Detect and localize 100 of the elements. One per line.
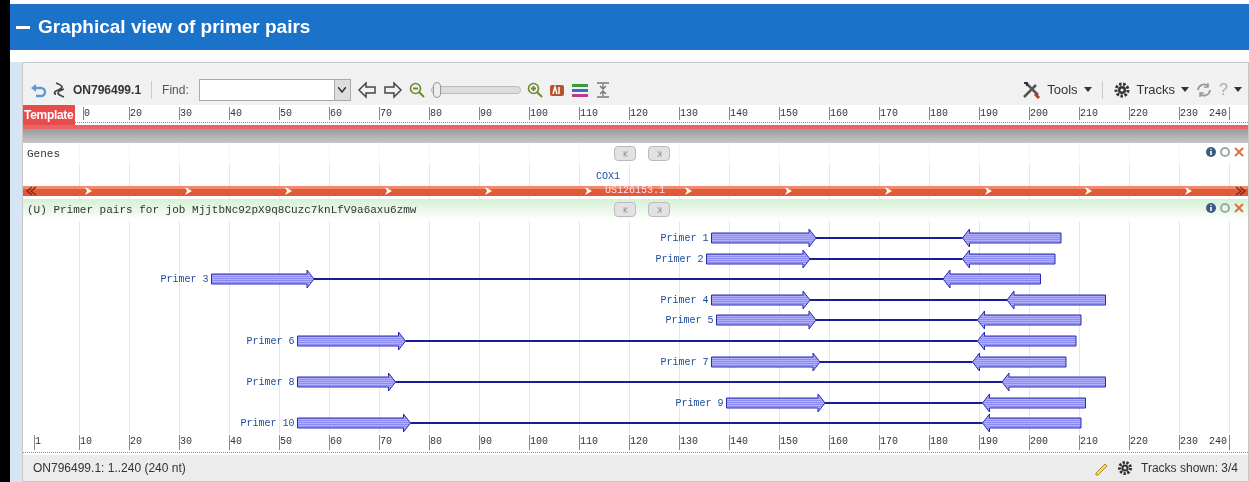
ruler-label: 60 xyxy=(330,435,342,449)
ruler-label: 150 xyxy=(780,107,798,121)
ruler-label: 180 xyxy=(930,107,948,121)
back-arrow-icon[interactable] xyxy=(356,81,377,99)
ruler-label: 50 xyxy=(280,435,292,449)
ruler-label: 210 xyxy=(1080,107,1098,121)
color-tracks-icon[interactable] xyxy=(570,82,589,98)
forward-primer-arrow[interactable] xyxy=(711,228,817,248)
sequence-dropdown[interactable]: ON796499.1 xyxy=(73,81,142,99)
caret-icon[interactable] xyxy=(1181,87,1190,93)
reverse-primer-arrow[interactable] xyxy=(982,413,1082,433)
reverse-primer-arrow[interactable] xyxy=(972,352,1067,372)
primer-label: Primer 8 xyxy=(246,376,295,391)
reverse-primer-arrow[interactable] xyxy=(977,331,1077,351)
sequence-view-icon[interactable] xyxy=(548,82,565,98)
find-field[interactable] xyxy=(198,79,351,101)
gear-icon[interactable] xyxy=(1112,81,1131,99)
tracks-menu[interactable]: Tracks xyxy=(1136,80,1176,100)
forward-primer-arrow[interactable] xyxy=(711,290,811,310)
ruler-label: 140 xyxy=(730,107,748,121)
forward-primer-arrow[interactable] xyxy=(297,331,406,351)
ruler-label: 90 xyxy=(480,435,492,449)
ruler-label: 230 xyxy=(1180,107,1198,121)
zoom-out-icon[interactable] xyxy=(408,82,425,98)
close-icon[interactable] xyxy=(1234,147,1244,157)
primer-label: Primer 9 xyxy=(675,396,724,411)
ruler-label: 170 xyxy=(880,107,898,121)
forward-primer-arrow[interactable] xyxy=(297,413,411,433)
collapse-icon[interactable] xyxy=(16,25,30,29)
sequence-range: ON796499.1: 1..240 (240 nt) xyxy=(33,460,186,477)
info-icon[interactable] xyxy=(1206,203,1216,213)
ruler-label: 190 xyxy=(980,435,998,449)
caret-icon[interactable] xyxy=(338,87,347,93)
forward-primer-arrow[interactable] xyxy=(706,249,811,269)
collapse-rows-icon[interactable] xyxy=(594,81,611,99)
ruler-label: 20 xyxy=(130,107,142,121)
ruler-label: 40 xyxy=(230,435,242,449)
reverse-primer-arrow[interactable] xyxy=(962,249,1056,269)
ruler-label: 30 xyxy=(180,107,192,121)
caret-icon[interactable] xyxy=(1083,87,1092,93)
template-label: Template xyxy=(23,105,75,125)
ruler-label: 80 xyxy=(430,107,442,121)
ruler-label: 220 xyxy=(1130,107,1148,121)
track-title: Genes xyxy=(27,147,60,162)
ruler-label: 10 xyxy=(80,435,92,449)
zoom-in-icon[interactable] xyxy=(526,82,543,98)
ruler-label: 130 xyxy=(680,435,698,449)
reverse-primer-arrow[interactable] xyxy=(982,393,1086,413)
undo-icon[interactable] xyxy=(29,81,47,99)
ruler-label: 70 xyxy=(380,107,392,121)
ruler-label: 140 xyxy=(730,435,748,449)
ruler-label: 160 xyxy=(830,435,848,449)
feature-label: US126153.1 xyxy=(605,185,665,197)
reverse-primer-arrow[interactable] xyxy=(977,310,1082,330)
ruler-label: 130 xyxy=(680,107,698,121)
reverse-primer-arrow[interactable] xyxy=(962,228,1062,248)
reverse-primer-arrow[interactable] xyxy=(1001,372,1106,392)
reverse-primer-arrow[interactable] xyxy=(942,269,1041,289)
ruler-label: 40 xyxy=(230,107,242,121)
ruler-label: 120 xyxy=(630,107,648,121)
forward-arrow-icon[interactable] xyxy=(382,81,403,99)
info-icon[interactable] xyxy=(1206,147,1216,157)
ruler-label: 150 xyxy=(780,435,798,449)
reverse-primer-arrow[interactable] xyxy=(1006,290,1106,310)
ruler-label: 100 xyxy=(530,107,548,121)
strand-icon[interactable] xyxy=(53,81,67,99)
ruler-label: 120 xyxy=(630,435,648,449)
primer-label: Primer 2 xyxy=(655,252,704,267)
ruler-label: 110 xyxy=(580,107,598,121)
ruler-label: 30 xyxy=(180,435,192,449)
forward-primer-arrow[interactable] xyxy=(726,393,826,413)
tools-icon[interactable] xyxy=(1021,80,1042,100)
forward-primer-arrow[interactable] xyxy=(297,372,396,392)
ruler-label: 240 xyxy=(1209,107,1227,121)
ruler-label: 20 xyxy=(130,435,142,449)
caret-icon[interactable] xyxy=(1234,87,1242,93)
ruler-label: 1 xyxy=(35,435,41,449)
ruler-label: 180 xyxy=(930,435,948,449)
ruler-label: 80 xyxy=(430,435,442,449)
ruler-label: 50 xyxy=(280,107,292,121)
forward-primer-arrow[interactable] xyxy=(211,269,315,289)
close-icon[interactable] xyxy=(1234,203,1244,213)
ruler-label: 190 xyxy=(980,107,998,121)
forward-primer-arrow[interactable] xyxy=(716,310,817,330)
ruler-label: 0 xyxy=(84,107,90,121)
ruler-label: 200 xyxy=(1030,435,1048,449)
primer-label: Primer 7 xyxy=(660,355,709,370)
ruler-label: 70 xyxy=(380,435,392,449)
tools-menu[interactable]: Tools xyxy=(1047,80,1078,100)
forward-primer-arrow[interactable] xyxy=(711,352,821,372)
ruler-label: 60 xyxy=(330,107,342,121)
ruler-label: 160 xyxy=(830,107,848,121)
ruler-label: 100 xyxy=(530,435,548,449)
panel-title: Graphical view of primer pairs xyxy=(38,14,311,39)
gear-icon[interactable] xyxy=(1117,460,1134,476)
ruler-label: 110 xyxy=(580,435,598,449)
track-title: (U) Primer pairs for job MjjtbNc92pX9q8Cuzc7knLfV9a6axu6zmw xyxy=(27,203,417,218)
ruler-label: 90 xyxy=(480,107,492,121)
ruler-label: 210 xyxy=(1080,435,1098,449)
primer-label: Primer 5 xyxy=(665,314,714,329)
